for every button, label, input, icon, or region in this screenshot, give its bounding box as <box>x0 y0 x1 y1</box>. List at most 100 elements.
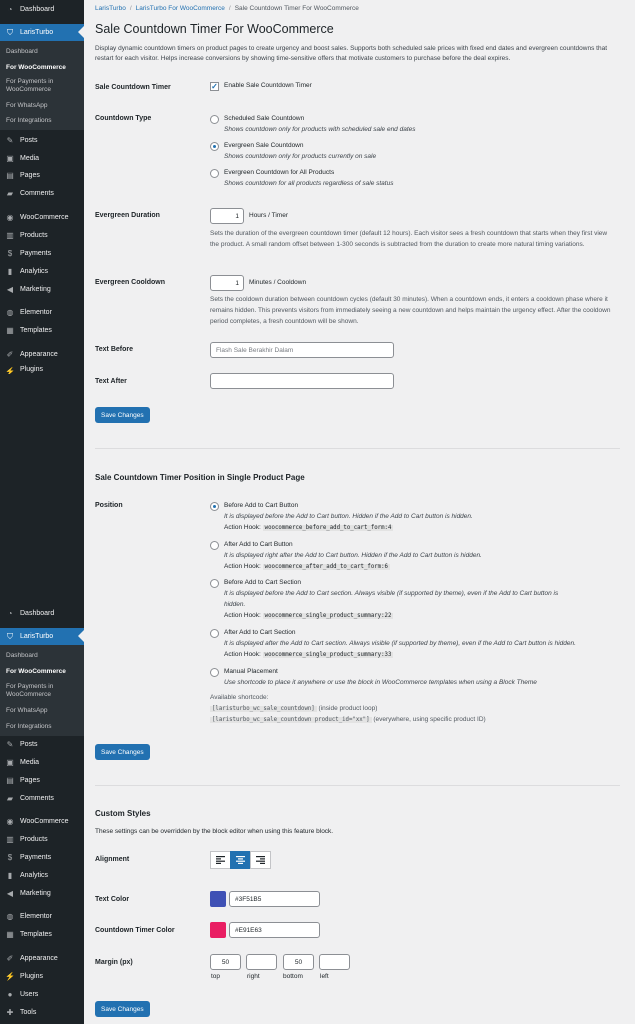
submenu-for-whatsapp[interactable]: For WhatsApp <box>0 102 54 110</box>
menu-item-elementor[interactable]: ◍ Elementor <box>0 908 84 925</box>
shortcode-row: [laristurbo_wc_sale_countdown product_id… <box>210 715 486 725</box>
timer-color-swatch[interactable] <box>210 922 226 938</box>
option-description: Shows countdown only for products with s… <box>224 126 416 133</box>
align-right-button[interactable] <box>250 851 271 869</box>
save-changes-button[interactable]: Save Changes <box>95 1001 150 1017</box>
margin-bottom-caption: bottom <box>283 973 303 980</box>
menu-label: Products <box>20 232 48 239</box>
margin-left-input[interactable] <box>319 954 350 970</box>
radio-before-add-to-cart-button[interactable] <box>210 502 219 511</box>
menu-label: Templates <box>20 327 52 334</box>
menu-item-products[interactable]: ▥ Products <box>0 227 84 244</box>
menu-item-analytics[interactable]: ▮ Analytics <box>0 263 84 280</box>
menu-label: Posts <box>20 137 38 144</box>
alignment-button-group <box>210 851 271 869</box>
text-before-placeholder: Flash Sale Berakhir Dalam <box>216 346 294 354</box>
shortcode-label: Available shortcode: <box>210 694 269 701</box>
media-icon: ▣ <box>6 758 14 767</box>
menu-item-pages[interactable]: ▤ Pages <box>0 167 84 184</box>
radio-evergreen-sale-countdown[interactable] <box>210 142 219 151</box>
radio-before-add-to-cart-section[interactable] <box>210 579 219 588</box>
timer-color-input[interactable]: #E91E63 <box>229 922 320 938</box>
submenu-dashboard[interactable]: Dashboard <box>0 652 44 660</box>
submenu-for-whatsapp[interactable]: For WhatsApp <box>0 707 54 715</box>
cooldown-input[interactable]: 1 <box>210 275 244 291</box>
menu-item-woocommerce[interactable]: ◉ WooCommerce <box>0 813 84 830</box>
action-hook: Action Hook: woocommerce_single_product_… <box>224 650 394 660</box>
menu-item-plugins[interactable]: ⚡ Plugins <box>0 364 84 374</box>
radio-after-add-to-cart-button[interactable] <box>210 541 219 550</box>
shortcode-code: [laristurbo_wc_sale_countdown] <box>210 706 317 712</box>
menu-item-products[interactable]: ▥ Products <box>0 831 84 848</box>
menu-item-elementor[interactable]: ◍ Elementor <box>0 304 84 321</box>
menu-item-appearance[interactable]: ✐ Appearance <box>0 950 84 967</box>
box-icon: ▥ <box>6 231 14 240</box>
alignment-label: Alignment <box>95 856 130 863</box>
radio-scheduled-countdown[interactable] <box>210 115 219 124</box>
duration-input[interactable]: 1 <box>210 208 244 224</box>
menu-item-users[interactable]: ● Users <box>0 986 84 1003</box>
menu-item-woocommerce[interactable]: ◉ WooCommerce <box>0 209 84 226</box>
cooldown-label: Evergreen Cooldown <box>95 279 166 286</box>
text-color-swatch[interactable] <box>210 891 226 907</box>
breadcrumb-link-laristurbo[interactable]: LarisTurbo <box>95 5 126 12</box>
menu-item-analytics[interactable]: ▮ Analytics <box>0 867 84 884</box>
menu-item-laristurbo[interactable]: ⛉ LarisTurbo <box>0 24 84 41</box>
duration-help: Sets the duration of the evergreen count… <box>210 230 608 248</box>
radio-manual-placement[interactable] <box>210 668 219 677</box>
margin-bottom-input[interactable]: 50 <box>283 954 314 970</box>
menu-label: Pages <box>20 777 40 784</box>
align-center-icon <box>236 856 245 864</box>
menu-item-marketing[interactable]: ◀ Marketing <box>0 885 84 902</box>
menu-item-tools[interactable]: ✚ Tools <box>0 1004 84 1021</box>
submenu-for-payments[interactable]: For Payments in WooCommerce <box>0 683 80 699</box>
submenu-for-woocommerce[interactable]: For WooCommerce <box>0 668 72 676</box>
align-center-button[interactable] <box>230 851 251 869</box>
menu-item-posts[interactable]: ✎ Posts <box>0 736 84 753</box>
breadcrumb-link-for-woocommerce[interactable]: LarisTurbo For WooCommerce <box>136 5 225 12</box>
menu-item-laristurbo[interactable]: ⛉ LarisTurbo <box>0 628 84 645</box>
align-left-button[interactable] <box>210 851 231 869</box>
menu-item-dashboard[interactable]: ◔ Dashboard <box>0 605 84 622</box>
text-after-label: Text After <box>95 378 127 385</box>
action-hook-label: Action Hook: <box>224 651 261 658</box>
submenu-for-integrations[interactable]: For Integrations <box>0 117 58 125</box>
align-left-icon <box>216 856 225 864</box>
submenu-for-payments[interactable]: For Payments in WooCommerce <box>0 78 80 94</box>
menu-item-marketing[interactable]: ◀ Marketing <box>0 281 84 298</box>
box-icon: ▥ <box>6 835 14 844</box>
menu-item-media[interactable]: ▣ Media <box>0 754 84 771</box>
save-changes-button[interactable]: Save Changes <box>95 407 150 423</box>
cooldown-help: Sets the cooldown duration between count… <box>210 296 611 325</box>
brush-icon: ✐ <box>6 350 14 359</box>
menu-item-templates[interactable]: ▦ Templates <box>0 322 84 339</box>
menu-item-appearance[interactable]: ✐ Appearance <box>0 346 84 363</box>
menu-item-pages[interactable]: ▤ Pages <box>0 772 84 789</box>
radio-after-add-to-cart-section[interactable] <box>210 629 219 638</box>
margin-top-input[interactable]: 50 <box>210 954 241 970</box>
save-changes-button[interactable]: Save Changes <box>95 744 150 760</box>
text-after-input[interactable] <box>210 373 394 389</box>
enable-timer-checkbox-label: Enable Sale Countdown Timer <box>224 82 312 89</box>
margin-right-input[interactable] <box>246 954 277 970</box>
menu-item-dashboard[interactable]: ◔ Dashboard <box>0 1 84 18</box>
text-before-input[interactable]: Flash Sale Berakhir Dalam <box>210 342 394 358</box>
page-icon: ▤ <box>6 776 14 785</box>
submenu-for-integrations[interactable]: For Integrations <box>0 723 58 731</box>
menu-item-payments[interactable]: $ Payments <box>0 245 84 262</box>
menu-item-payments[interactable]: $ Payments <box>0 849 84 866</box>
menu-item-posts[interactable]: ✎ Posts <box>0 132 84 149</box>
menu-item-plugins[interactable]: ⚡ Plugins <box>0 968 84 985</box>
menu-item-media[interactable]: ▣ Media <box>0 150 84 167</box>
text-color-input[interactable]: #3F51B5 <box>229 891 320 907</box>
menu-label: Marketing <box>20 890 51 897</box>
enable-timer-checkbox[interactable]: ✓ <box>210 82 219 91</box>
submenu-dashboard[interactable]: Dashboard <box>0 48 44 56</box>
radio-evergreen-all-products[interactable] <box>210 169 219 178</box>
menu-item-templates[interactable]: ▦ Templates <box>0 926 84 943</box>
submenu-for-woocommerce[interactable]: For WooCommerce <box>0 64 72 72</box>
plug-icon: ⚡ <box>5 972 15 981</box>
menu-item-comments[interactable]: ▰ Comments <box>0 185 84 202</box>
menu-item-comments[interactable]: ▰ Comments <box>0 790 84 807</box>
margin-top-caption: top <box>211 973 221 980</box>
